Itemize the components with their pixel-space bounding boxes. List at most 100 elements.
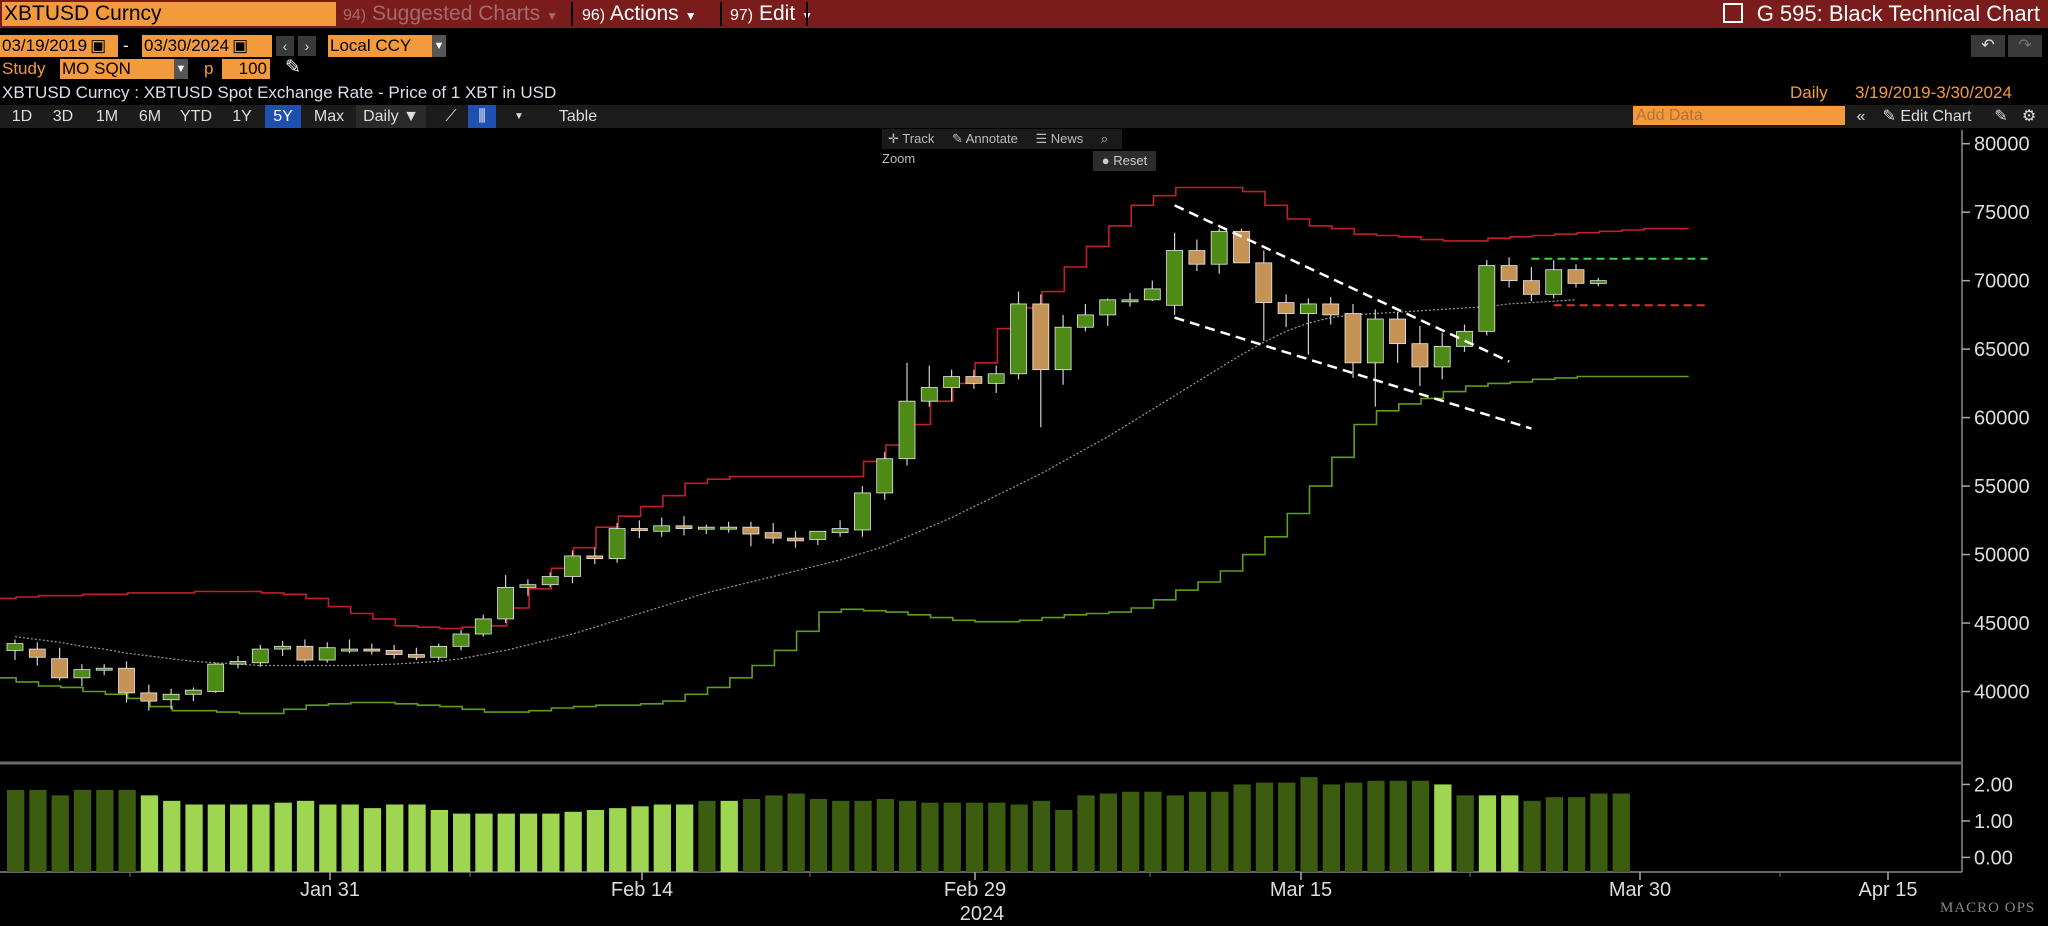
gear-icon[interactable]: ⚙: [2017, 105, 2041, 128]
indicator-bar: [965, 802, 984, 872]
indicator-bar: [542, 813, 560, 872]
candle-body: [1010, 303, 1027, 375]
indicator-y-tick-label: 1.00: [1974, 811, 2013, 833]
track-label: Track: [902, 131, 935, 146]
candle-body: [1545, 269, 1563, 295]
candle-body: [73, 669, 91, 679]
reset-label: Reset: [1113, 153, 1148, 168]
study-select[interactable]: MO SQN ▼: [60, 59, 188, 79]
candle-body: [697, 526, 715, 530]
candle-body: [1500, 265, 1518, 282]
indicator-bar: [832, 800, 850, 872]
track-button[interactable]: ✛ Track: [888, 131, 934, 146]
menu-number: 97): [730, 7, 754, 24]
candle-body: [586, 555, 604, 560]
end-date-field[interactable]: 03/30/2024 ▣: [142, 35, 272, 57]
divider: [571, 2, 573, 26]
candle-body: [1255, 262, 1273, 303]
previous-period-button[interactable]: ‹: [276, 36, 294, 56]
upper-channel-line: [0, 186, 1689, 630]
indicator-bar: [1523, 800, 1541, 872]
indicator-bar: [453, 813, 471, 872]
indicator-bar: [51, 795, 69, 872]
period-6m[interactable]: 6M: [130, 105, 170, 128]
menu-actions[interactable]: 96) Actions ▼: [582, 0, 697, 28]
indicator-bar: [1010, 804, 1028, 872]
p-input[interactable]: 100: [222, 59, 270, 79]
redo-button[interactable]: ↷: [2008, 35, 2042, 57]
candle-body: [519, 584, 537, 588]
x-tick-label: Jan 31: [300, 879, 360, 901]
ticker-input[interactable]: XBTUSD Curncy: [2, 2, 336, 26]
period-max[interactable]: Max: [306, 105, 352, 128]
reset-button[interactable]: ● Reset: [1093, 151, 1156, 171]
candle-body: [140, 692, 158, 702]
collapse-icon[interactable]: «: [1850, 105, 1872, 128]
indicator-bar: [386, 804, 404, 872]
candle-body: [898, 400, 916, 460]
security-description: XBTUSD Curncy : XBTUSD Spot Exchange Rat…: [2, 83, 557, 102]
x-year-label: 2024: [960, 903, 1005, 925]
candle-body: [162, 693, 180, 701]
candle-body: [6, 643, 24, 651]
chevron-down-icon[interactable]: ▼: [505, 105, 533, 128]
candle-body: [474, 618, 492, 635]
news-button[interactable]: ☰ News: [1035, 131, 1083, 146]
edit-icon[interactable]: ✎: [1990, 105, 2012, 128]
currency-select[interactable]: Local CCY ▼: [328, 35, 446, 57]
candlestick-icon[interactable]: ⫼: [468, 105, 496, 128]
menu-suggested-charts[interactable]: 94) Suggested Charts ▼: [343, 0, 558, 28]
line-chart-icon[interactable]: ⟋: [437, 105, 465, 128]
frequency-select[interactable]: Daily ▼: [356, 105, 426, 128]
calendar-icon[interactable]: ▣: [232, 36, 248, 55]
crosshair-icon: ✛: [888, 131, 899, 146]
candle-body: [987, 373, 1005, 384]
candle-body: [1099, 299, 1117, 316]
undo-button[interactable]: ↶: [1971, 35, 2005, 57]
news-label: News: [1050, 131, 1084, 146]
candle-body: [207, 663, 225, 692]
candle-body: [1233, 230, 1250, 264]
menu-edit[interactable]: 97) Edit▼: [730, 0, 813, 28]
period-1y[interactable]: 1Y: [222, 105, 262, 128]
indicator-y-tick-label: 2.00: [1974, 774, 2013, 796]
add-data-input[interactable]: Add Data: [1633, 106, 1845, 125]
candle-body: [452, 633, 470, 647]
next-period-button[interactable]: ›: [298, 36, 316, 56]
study-label: Study: [2, 59, 46, 78]
period-5y[interactable]: 5Y: [265, 105, 301, 128]
reset-icon: ●: [1101, 153, 1110, 168]
candle-body: [809, 530, 827, 540]
indicator-bar: [1434, 784, 1452, 872]
calendar-icon[interactable]: ▣: [90, 36, 106, 55]
indicator-bar: [1411, 780, 1430, 872]
candle-body: [1389, 318, 1406, 345]
candle-body: [51, 658, 68, 679]
period-3d[interactable]: 3D: [43, 105, 83, 128]
period-1d[interactable]: 1D: [3, 105, 41, 128]
edit-chart-button[interactable]: ✎ Edit Chart: [1877, 105, 1977, 128]
y-tick-label: 70000: [1974, 271, 2030, 293]
period-1m[interactable]: 1M: [87, 105, 127, 128]
chevron-down-icon: ▼: [432, 35, 446, 57]
pencil-icon[interactable]: ✎: [285, 57, 301, 79]
y-tick-label: 75000: [1974, 202, 2030, 224]
annotate-button[interactable]: ✎ Annotate: [952, 131, 1018, 146]
menu-label: Suggested Charts: [371, 2, 541, 25]
start-date-field[interactable]: 03/19/2019 ▣: [0, 35, 118, 57]
candle-body: [1166, 250, 1183, 306]
indicator-bar: [1345, 782, 1363, 872]
indicator-bar: [854, 800, 872, 872]
candle-body: [1433, 345, 1451, 368]
external-link-icon: [1722, 3, 1743, 23]
period-ytd[interactable]: YTD: [174, 105, 218, 128]
candle-body: [1188, 250, 1206, 265]
indicator-bar: [742, 799, 761, 872]
function-title[interactable]: G 595: Black Technical Chart: [1722, 0, 2040, 28]
candle-body: [1277, 302, 1295, 314]
candle-body: [742, 526, 760, 535]
study-value: MO SQN: [62, 59, 131, 78]
candle-body: [876, 458, 894, 494]
indicator-bar: [609, 808, 627, 872]
table-button[interactable]: Table: [545, 105, 611, 128]
